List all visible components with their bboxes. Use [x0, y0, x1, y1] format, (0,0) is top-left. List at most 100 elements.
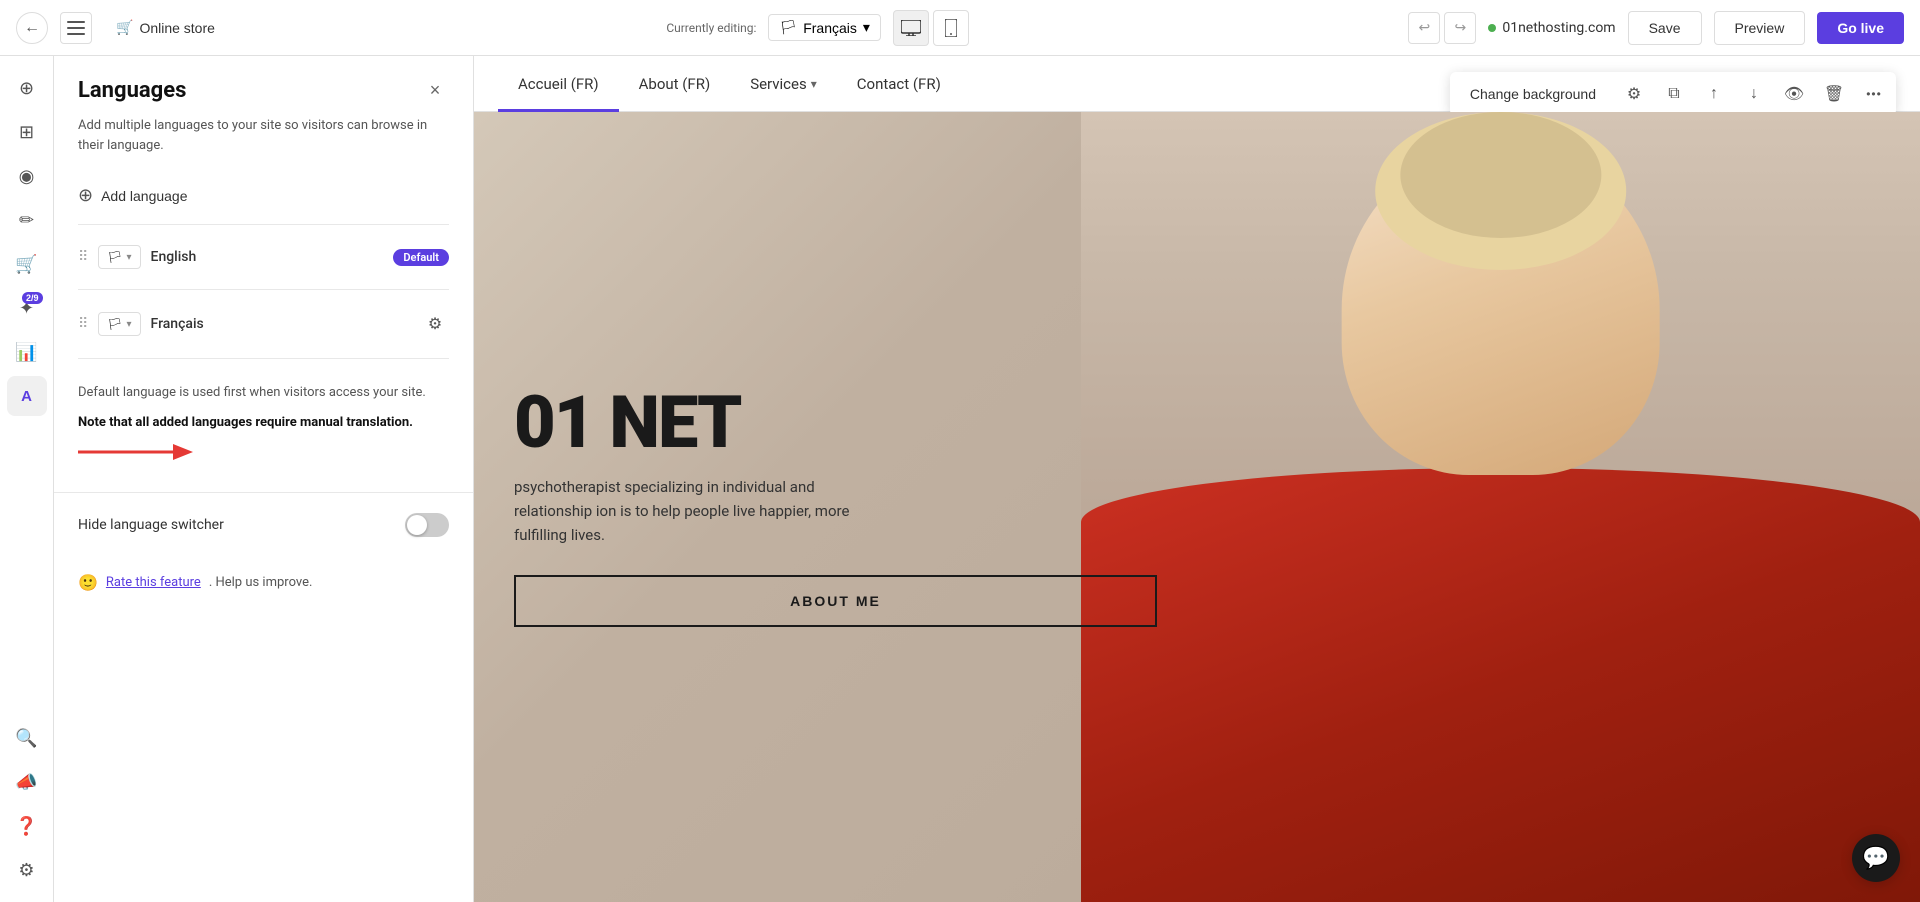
english-flag-button[interactable]: 🏳 ▾ — [98, 245, 140, 269]
toggle-knob — [407, 515, 427, 535]
change-background-button[interactable]: Change background — [1454, 78, 1612, 110]
language-divider-2 — [78, 289, 449, 290]
move-up-button[interactable]: ↑ — [1696, 76, 1732, 112]
language-item-francais: ⠿ 🏳 ▾ Français ⚙ — [54, 298, 473, 350]
language-divider-3 — [78, 358, 449, 359]
services-chevron-icon: ▾ — [811, 77, 817, 91]
more-options-button[interactable]: ••• — [1856, 76, 1892, 112]
panel-title: Languages — [78, 78, 186, 103]
settings-icon: ⚙ — [18, 860, 34, 881]
languages-panel: Languages × Add multiple languages to yo… — [54, 56, 474, 902]
up-arrow-icon: ↑ — [1710, 85, 1718, 103]
chat-bubble-button[interactable]: 💬 — [1852, 834, 1900, 882]
save-button[interactable]: Save — [1628, 11, 1702, 45]
search-icon: 🔍 — [15, 728, 37, 749]
online-store-button[interactable]: 🛒 Online store — [104, 13, 227, 42]
drag-handle-francais[interactable]: ⠿ — [78, 316, 88, 332]
marketing-icon: 📣 — [15, 772, 37, 793]
copy-section-button[interactable]: ⧉ — [1656, 76, 1692, 112]
hero-section: 01 NET psychotherapist specializing in i… — [474, 112, 1920, 902]
rate-feature-link[interactable]: Rate this feature — [106, 575, 201, 590]
add-language-button[interactable]: ⊕ Add language — [78, 175, 188, 216]
redo-button[interactable]: ↪ — [1444, 12, 1476, 44]
panel-note: Default language is used first when visi… — [78, 383, 449, 403]
english-flag-icon: 🏳 — [107, 250, 122, 264]
delete-section-button[interactable]: 🗑 — [1816, 76, 1852, 112]
floating-toolbar: Change background ⚙ ⧉ ↑ ↓ 👁 🗑 ••• — [1450, 72, 1896, 116]
apps-badge: 2/9 — [22, 292, 43, 304]
pages-button[interactable]: ⊞ — [7, 112, 47, 152]
translate-icon: A — [21, 388, 32, 405]
panel-note-section: Default language is used first when visi… — [54, 367, 473, 432]
section-settings-button[interactable]: ⚙ — [1616, 76, 1652, 112]
back-button[interactable]: ← — [16, 12, 48, 44]
preview-button[interactable]: Preview — [1714, 11, 1806, 45]
move-down-button[interactable]: ↓ — [1736, 76, 1772, 112]
go-live-button[interactable]: Go live — [1817, 12, 1904, 44]
hide-switcher-row: Hide language switcher — [54, 492, 473, 557]
sidebar-toggle-button[interactable] — [60, 12, 92, 44]
add-section-icon: ⊕ — [19, 78, 34, 99]
search-button[interactable]: 🔍 — [7, 718, 47, 758]
device-switcher — [893, 10, 969, 46]
help-button[interactable]: ❓ — [7, 806, 47, 846]
currently-editing-label: Currently editing: — [666, 21, 756, 35]
panel-header: Languages × — [54, 56, 473, 116]
trash-icon: 🗑 — [1824, 84, 1844, 104]
hide-section-button[interactable]: 👁 — [1776, 76, 1812, 112]
francais-settings-button[interactable]: ⚙ — [421, 310, 449, 338]
help-icon: ❓ — [15, 816, 37, 837]
emoji-icon: 🙂 — [78, 573, 98, 592]
store-button[interactable]: 🛒 — [7, 244, 47, 284]
main-area: ⊕ ⊞ ◉ ✏ 🛒 ✦ 2/9 📊 A 🔍 📣 ❓ — [0, 56, 1920, 902]
close-panel-button[interactable]: × — [421, 76, 449, 104]
rate-section: 🙂 Rate this feature . Help us improve. — [54, 557, 473, 608]
undo-button[interactable]: ↩ — [1408, 12, 1440, 44]
down-arrow-icon: ↓ — [1750, 85, 1758, 103]
add-section-button[interactable]: ⊕ — [7, 68, 47, 108]
hero-logo-text: 01 NET — [514, 387, 1157, 459]
about-me-button[interactable]: ABOUT ME — [514, 575, 1157, 627]
english-language-name: English — [151, 249, 384, 265]
apps-button[interactable]: ✦ 2/9 — [7, 288, 47, 328]
desktop-view-button[interactable] — [893, 10, 929, 46]
settings-button[interactable]: ⚙ — [7, 850, 47, 890]
plus-icon: ⊕ — [78, 185, 93, 206]
mobile-view-button[interactable] — [933, 10, 969, 46]
default-badge: Default — [393, 249, 449, 266]
chevron-down-icon: ▾ — [127, 252, 132, 263]
francais-language-name: Français — [151, 316, 411, 332]
flag-icon: 🏳 — [779, 19, 797, 36]
hide-switcher-toggle[interactable] — [405, 513, 449, 537]
store-icon: 🛒 — [15, 254, 37, 275]
analytics-button[interactable]: 📊 — [7, 332, 47, 372]
hero-content: 01 NET psychotherapist specializing in i… — [474, 112, 1197, 902]
red-arrow-annotation — [78, 440, 198, 464]
rate-text: . Help us improve. — [209, 575, 313, 590]
panel-note-bold: Note that all added languages require ma… — [78, 413, 449, 433]
hero-image — [1081, 112, 1920, 902]
edit-button[interactable]: ✏ — [7, 200, 47, 240]
hero-description: psychotherapist specializing in individu… — [514, 475, 894, 547]
francais-flag-button[interactable]: 🏳 ▾ — [98, 312, 140, 336]
canvas-area: Accueil (FR) About (FR) Services ▾ Conta… — [474, 56, 1920, 902]
themes-button[interactable]: ◉ — [7, 156, 47, 196]
edit-icon: ✏ — [19, 210, 34, 231]
more-icon: ••• — [1866, 87, 1882, 101]
translate-button[interactable]: A — [7, 376, 47, 416]
drag-handle-english[interactable]: ⠿ — [78, 249, 88, 265]
nav-item-contact[interactable]: Contact (FR) — [837, 56, 961, 112]
marketing-button[interactable]: 📣 — [7, 762, 47, 802]
chat-icon: 💬 — [1862, 846, 1889, 871]
gear-icon: ⚙ — [1627, 84, 1641, 104]
nav-item-services[interactable]: Services ▾ — [730, 56, 837, 112]
add-language-section: ⊕ Add language — [54, 175, 473, 216]
nav-item-about[interactable]: About (FR) — [619, 56, 731, 112]
language-item-english: ⠿ 🏳 ▾ English Default — [54, 233, 473, 281]
nav-item-accueil[interactable]: Accueil (FR) — [498, 56, 619, 112]
cart-icon: 🛒 — [116, 19, 133, 36]
analytics-icon: 📊 — [15, 342, 37, 363]
annotation-arrow-container — [54, 432, 473, 476]
language-selector[interactable]: 🏳 Français ▾ — [768, 14, 881, 41]
panel-description: Add multiple languages to your site so v… — [54, 116, 473, 175]
